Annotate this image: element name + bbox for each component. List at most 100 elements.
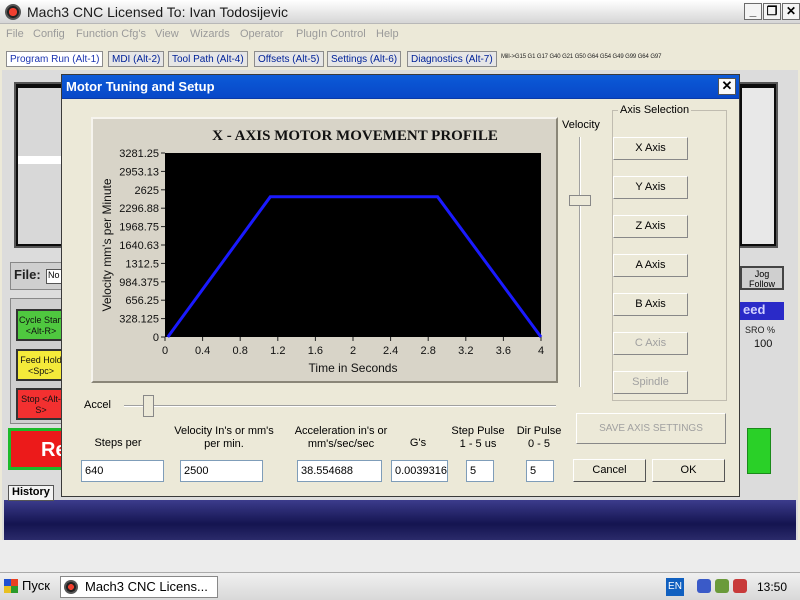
steps-per-header: Steps per [94, 437, 142, 449]
x-tick-label: 0.8 [233, 345, 248, 357]
menu-help[interactable]: Help [376, 28, 399, 40]
dro-panel [738, 82, 778, 248]
start-button[interactable]: Пуск [2, 576, 56, 598]
x-tick-label: 2.8 [421, 345, 436, 357]
accel-slider-track[interactable] [124, 405, 556, 407]
sro-value: 100 [754, 338, 773, 350]
restore-button[interactable]: ❐ [763, 3, 781, 20]
window-title: Mach3 CNC Licensed To: Ivan Todosijevic [27, 4, 288, 20]
dir-pulse-header: Dir Pulse 0 - 5 [516, 425, 562, 450]
steps-per-input[interactable]: 640 [81, 460, 164, 482]
step-pulse-header: Step Pulse 1 - 5 us [451, 425, 505, 450]
y-tick-label: 2296.88 [119, 203, 159, 215]
tab-offsets[interactable]: Offsets (Alt-5) [254, 51, 324, 67]
spindle-indicator [747, 428, 771, 474]
x-tick-label: 2.4 [383, 345, 398, 357]
dialog-close-button[interactable]: ✕ [718, 78, 736, 95]
y-tick-label: 1968.75 [119, 222, 159, 234]
a-axis-button[interactable]: A Axis [613, 254, 688, 277]
y-tick-label: 3281.25 [119, 148, 159, 160]
velocity-header: Velocity In's or mm's per min. [174, 425, 274, 450]
mach3-app-icon [5, 4, 21, 20]
network-tray-icon[interactable] [697, 579, 711, 593]
taskbar-mach3-item[interactable]: Mach3 CNC Licens... [60, 576, 218, 598]
menu-bar: File Config Function Cfg's View Wizards … [0, 25, 800, 47]
axis-selection-label: Axis Selection [618, 104, 692, 116]
accel-slider-thumb[interactable] [143, 395, 154, 417]
y-axis-label: Velocity mm's per Minute [100, 178, 114, 311]
velocity-slider-track[interactable] [579, 137, 581, 387]
y-axis-button[interactable]: Y Axis [613, 176, 688, 199]
x-tick-label: 2 [350, 345, 356, 357]
motor-tuning-dialog: Motor Tuning and Setup ✕ X - AXIS MOTOR … [61, 74, 740, 497]
tab-program-run[interactable]: Program Run (Alt-1) [6, 51, 104, 67]
spindle-axis-button: Spindle [613, 371, 688, 394]
gs-header: G's [409, 437, 427, 449]
x-tick-label: 4 [538, 345, 544, 357]
cycle-start-button[interactable]: Cycle Start <Alt-R> [16, 309, 66, 341]
file-label: File: [14, 267, 41, 282]
menu-view[interactable]: View [155, 28, 179, 40]
motion-profile-chart: X - AXIS MOTOR MOVEMENT PROFILE 0 328.125… [91, 117, 558, 383]
stop-button[interactable]: Stop <Alt-S> [16, 388, 66, 420]
spindle-speed-label: eed [740, 302, 784, 320]
x-tick-label: 3.6 [496, 345, 511, 357]
language-indicator[interactable]: EN [666, 578, 684, 596]
toolpath-highlight [18, 156, 62, 164]
gcode-modes-readout: Mill->G15 G1 G17 G40 G21 G50 G64 G54 G49… [501, 54, 662, 60]
cancel-button[interactable]: Cancel [573, 459, 646, 482]
volume-tray-icon[interactable] [715, 579, 729, 593]
y-tick-label: 328.125 [119, 314, 159, 326]
y-tick-label: 2625 [135, 185, 159, 197]
b-axis-button[interactable]: B Axis [613, 293, 688, 316]
z-axis-button[interactable]: Z Axis [613, 215, 688, 238]
motion-profile-svg: X - AXIS MOTOR MOVEMENT PROFILE 0 328.125… [100, 128, 544, 375]
y-tick-label: 656.25 [125, 295, 159, 307]
c-axis-button: C Axis [613, 332, 688, 355]
velocity-input[interactable]: 2500 [180, 460, 263, 482]
menu-operator[interactable]: Operator [240, 28, 283, 40]
tab-diagnostics[interactable]: Diagnostics (Alt-7) [407, 51, 497, 67]
sro-label: SRO % [745, 325, 776, 335]
x-tick-label: 1.6 [308, 345, 323, 357]
menu-plugin-control[interactable]: PlugIn Control [296, 28, 366, 40]
x-axis-button[interactable]: X Axis [613, 137, 688, 160]
status-band [4, 500, 796, 540]
menu-wizards[interactable]: Wizards [190, 28, 230, 40]
y-tick-label: 0 [153, 332, 159, 344]
window-close-button[interactable]: ✕ [782, 3, 800, 20]
minimize-button[interactable]: _ [744, 3, 762, 20]
tab-settings[interactable]: Settings (Alt-6) [327, 51, 402, 67]
x-tick-label: 0 [162, 345, 168, 357]
x-axis-label: Time in Seconds [309, 361, 398, 375]
status-strip [0, 540, 800, 572]
save-axis-settings-button: SAVE AXIS SETTINGS [576, 413, 726, 444]
reset-button[interactable]: Re [8, 428, 66, 470]
dir-pulse-input[interactable]: 5 [526, 460, 554, 482]
toolpath-view [18, 88, 62, 244]
y-tick-label: 984.375 [119, 277, 159, 289]
menu-function-cfgs[interactable]: Function Cfg's [76, 28, 146, 40]
jog-follow-button[interactable]: Jog Follow [740, 266, 784, 290]
history-button[interactable]: History [8, 485, 54, 501]
step-pulse-input[interactable]: 5 [466, 460, 494, 482]
security-shield-icon[interactable] [733, 579, 747, 593]
menu-config[interactable]: Config [33, 28, 65, 40]
screen-tab-bar: Program Run (Alt-1) MDI (Alt-2) Tool Pat… [0, 50, 800, 68]
y-tick-label: 1640.63 [119, 240, 159, 252]
velocity-slider-thumb[interactable] [569, 195, 591, 206]
accel-slider-label: Accel [84, 399, 111, 411]
plot-area [165, 153, 541, 337]
acceleration-input[interactable]: 38.554688 [297, 460, 382, 482]
chart-title: X - AXIS MOTOR MOVEMENT PROFILE [212, 128, 498, 144]
velocity-slider-label: Velocity [562, 119, 600, 131]
tab-mdi[interactable]: MDI (Alt-2) [108, 51, 165, 67]
dro-view [742, 88, 774, 244]
dialog-title: Motor Tuning and Setup [66, 79, 215, 94]
x-tick-label: 1.2 [270, 345, 285, 357]
ok-button[interactable]: OK [652, 459, 725, 482]
feed-hold-button[interactable]: Feed Hold <Spc> [16, 349, 66, 381]
toolpath-panel [14, 82, 66, 248]
menu-file[interactable]: File [6, 28, 24, 40]
tab-tool-path[interactable]: Tool Path (Alt-4) [168, 51, 248, 67]
